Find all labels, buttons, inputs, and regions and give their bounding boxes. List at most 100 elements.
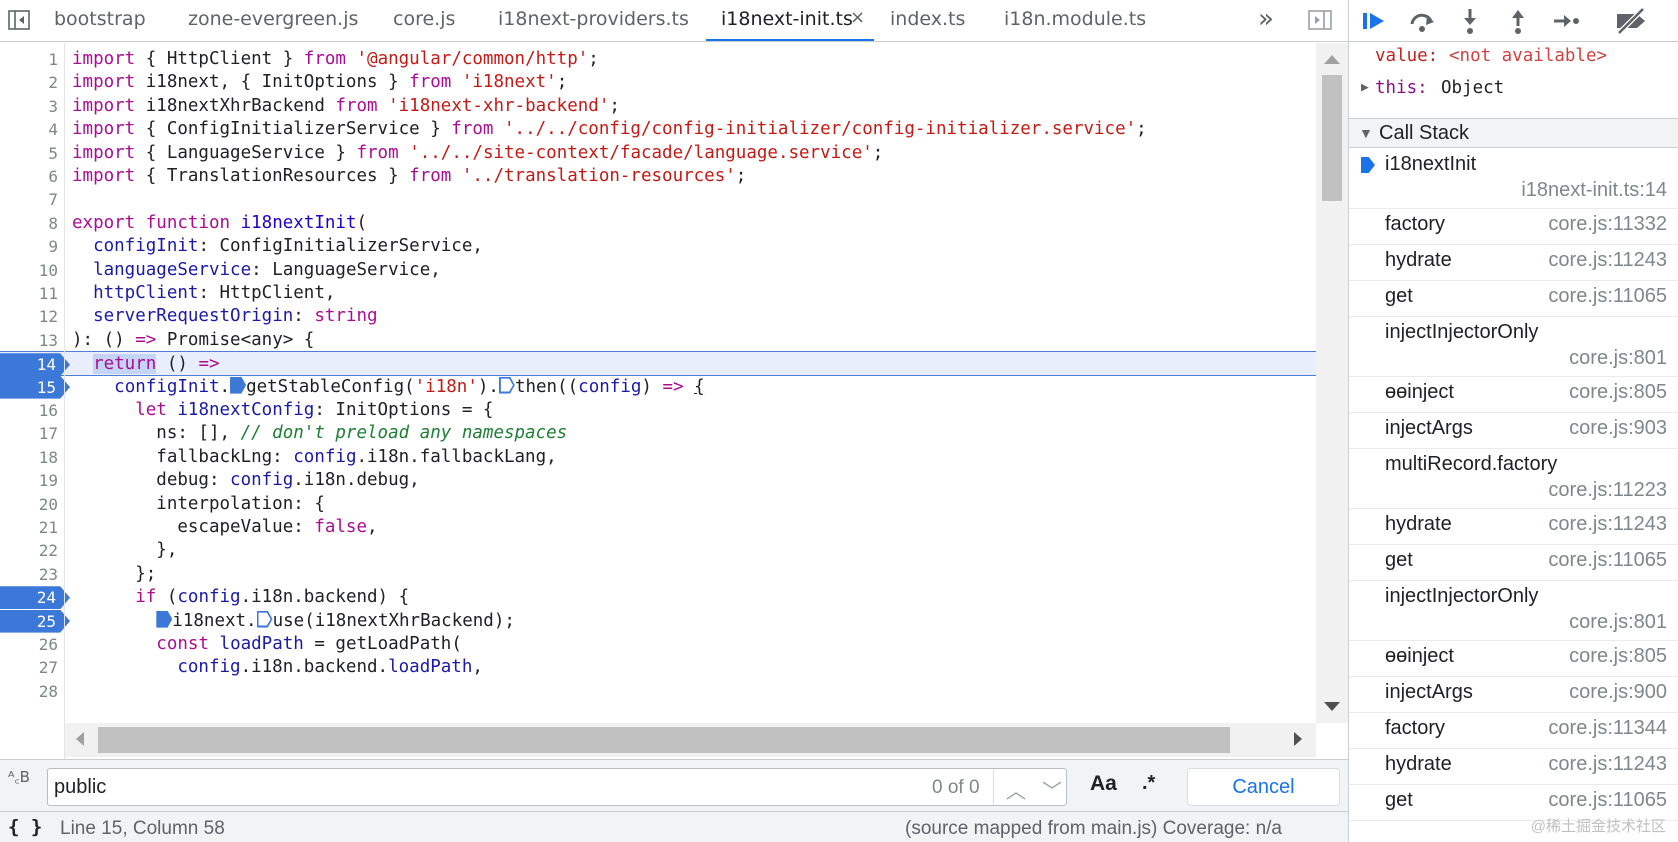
search-input[interactable] (54, 773, 914, 801)
scroll-up-icon[interactable] (1324, 55, 1340, 64)
call-stack-frame[interactable]: injectArgs core.js:903 (1349, 413, 1678, 449)
line-number[interactable]: 2 (0, 70, 58, 95)
step-out-icon[interactable] (1503, 6, 1533, 36)
expand-triangle-icon[interactable]: ▶ (1361, 76, 1369, 100)
frame-location[interactable]: core.js:11065 (1548, 285, 1667, 308)
line-number[interactable]: 10 (0, 258, 58, 283)
call-stack-frame[interactable]: get core.js:11065 (1349, 545, 1678, 581)
more-tabs-icon[interactable]: » (1258, 4, 1274, 34)
code-line[interactable]: 6 import { TranslationResources } from '.… (0, 164, 1316, 189)
line-number[interactable]: 26 (0, 632, 58, 657)
line-number[interactable]: 22 (0, 538, 58, 563)
frame-location[interactable]: core.js:805 (1569, 381, 1667, 404)
step-over-icon[interactable] (1407, 6, 1437, 36)
call-stack-frame[interactable]: factory core.js:11332 (1349, 209, 1678, 245)
code-line[interactable]: 23 }; (0, 562, 1316, 587)
frame-location[interactable]: core.js:11243 (1548, 249, 1667, 272)
call-stack-frame[interactable]: hydrate core.js:11243 (1349, 749, 1678, 785)
breakpoint-marker[interactable]: 24 (0, 586, 70, 610)
code-line[interactable]: 12 serverRequestOrigin: string (0, 304, 1316, 329)
frame-location[interactable]: core.js:11243 (1548, 513, 1667, 536)
frame-location[interactable]: core.js:11065 (1548, 549, 1667, 572)
line-number[interactable]: 12 (0, 304, 58, 329)
code-line[interactable]: 16 let i18nextConfig: InitOptions = { (0, 398, 1316, 423)
call-stack-frame[interactable]: injectArgs core.js:900 (1349, 677, 1678, 713)
call-stack-frame[interactable]: factory core.js:11344 (1349, 713, 1678, 749)
tab-bootstrap[interactable]: bootstrap (54, 0, 146, 41)
line-number[interactable]: 3 (0, 94, 58, 119)
line-number[interactable]: 18 (0, 445, 58, 470)
code-editor[interactable]: 1 import { HttpClient } from '@angular/co… (0, 43, 1316, 723)
frame-location[interactable]: i18next-init.ts:14 (1521, 179, 1667, 202)
code-line[interactable]: 21 escapeValue: false, (0, 515, 1316, 540)
call-stack-frame[interactable]: ɵɵinject core.js:805 (1349, 377, 1678, 413)
frame-location[interactable]: core.js:805 (1569, 645, 1667, 668)
code-line[interactable]: 19 debug: config.i18n.debug, (0, 468, 1316, 493)
line-number[interactable]: 28 (0, 679, 58, 704)
line-number[interactable]: 20 (0, 492, 58, 517)
scroll-right-icon[interactable] (1294, 732, 1302, 746)
line-number[interactable]: 13 (0, 328, 58, 353)
frame-location[interactable]: core.js:11344 (1548, 717, 1667, 740)
breakpoint-marker[interactable]: 15 (0, 375, 70, 399)
call-stack-frame[interactable]: multiRecord.factory core.js:11223 (1349, 449, 1678, 509)
frame-location[interactable]: core.js:11065 (1548, 789, 1667, 812)
pretty-print-icon[interactable]: { } (8, 816, 42, 838)
code-line[interactable]: 5 import { LanguageService } from '../../… (0, 141, 1316, 166)
call-stack-frame[interactable]: hydrate core.js:11243 (1349, 245, 1678, 281)
code-line[interactable]: 9 configInit: ConfigInitializerService, (0, 234, 1316, 259)
line-number[interactable]: 23 (0, 562, 58, 587)
horizontal-scroll-thumb[interactable] (98, 727, 1230, 753)
code-line[interactable]: 18 fallbackLng: config.i18n.fallbackLang… (0, 445, 1316, 470)
code-line[interactable]: 2 import i18next, { InitOptions } from 'i… (0, 70, 1316, 95)
frame-location[interactable]: core.js:900 (1569, 681, 1667, 704)
line-number[interactable]: 19 (0, 468, 58, 493)
call-stack-frame[interactable]: i18nextInit i18next-init.ts:14 (1349, 149, 1678, 209)
next-match-icon[interactable]: ﹀ (1042, 775, 1062, 804)
replace-toggle-icon[interactable]: ᴬ꜀B (8, 770, 30, 785)
line-number[interactable]: 11 (0, 281, 58, 306)
tab-i18next-init[interactable]: i18next-init.ts (706, 0, 874, 41)
deactivate-breakpoints-icon[interactable] (1611, 6, 1651, 36)
line-number[interactable]: 4 (0, 117, 58, 142)
frame-location[interactable]: core.js:801 (1569, 611, 1667, 634)
code-line[interactable]: 22 }, (0, 538, 1316, 563)
frame-location[interactable]: core.js:11332 (1548, 213, 1667, 236)
breakpoint-marker[interactable]: 14 (0, 353, 70, 377)
call-stack-frame[interactable]: hydrate core.js:11243 (1349, 509, 1678, 545)
code-line[interactable]: 20 interpolation: { (0, 492, 1316, 517)
code-line[interactable]: 8 export function i18nextInit( (0, 211, 1316, 236)
line-number[interactable]: 8 (0, 211, 58, 236)
line-number[interactable]: 9 (0, 234, 58, 259)
source-map-info[interactable]: (source mapped from main.js) Coverage: n… (905, 818, 1282, 840)
code-line[interactable]: 4 import { ConfigInitializerService } fro… (0, 117, 1316, 142)
line-number[interactable]: 5 (0, 141, 58, 166)
code-line[interactable]: 7 (0, 187, 1316, 212)
code-line[interactable]: 25 i18next. use(i18nextXhrBackend); (0, 609, 1316, 634)
frame-location[interactable]: core.js:11243 (1548, 753, 1667, 776)
step-icon[interactable] (1551, 6, 1581, 36)
resume-icon[interactable] (1359, 6, 1389, 36)
code-line[interactable]: 17 ns: [], // don't preload any namespac… (0, 421, 1316, 446)
vertical-scroll-thumb[interactable] (1322, 75, 1342, 201)
tab-index[interactable]: index.ts (890, 0, 965, 41)
line-number[interactable]: 6 (0, 164, 58, 189)
match-case-button[interactable]: Aa (1090, 772, 1117, 796)
code-line[interactable]: 10 languageService: LanguageService, (0, 258, 1316, 283)
call-stack-frame[interactable]: get core.js:11065 (1349, 281, 1678, 317)
cancel-button[interactable]: Cancel (1187, 768, 1340, 806)
close-tab-icon[interactable]: × (850, 0, 865, 36)
line-number[interactable]: 27 (0, 655, 58, 680)
tab-i18next-providers[interactable]: i18next-providers.ts (498, 0, 689, 41)
code-line[interactable]: 26 const loadPath = getLoadPath( (0, 632, 1316, 657)
line-number[interactable]: 7 (0, 187, 58, 212)
tab-i18n-module[interactable]: i18n.module.ts (1004, 0, 1146, 41)
tab-zone-evergreen[interactable]: zone-evergreen.js (188, 0, 358, 41)
frame-location[interactable]: core.js:801 (1569, 347, 1667, 370)
code-line[interactable]: 27 config.i18n.backend.loadPath, (0, 655, 1316, 680)
code-line[interactable]: 11 httpClient: HttpClient, (0, 281, 1316, 306)
line-number[interactable]: 21 (0, 515, 58, 540)
line-number[interactable]: 17 (0, 421, 58, 446)
line-number[interactable]: 16 (0, 398, 58, 423)
collapse-triangle-icon[interactable]: ▼ (1359, 119, 1373, 147)
